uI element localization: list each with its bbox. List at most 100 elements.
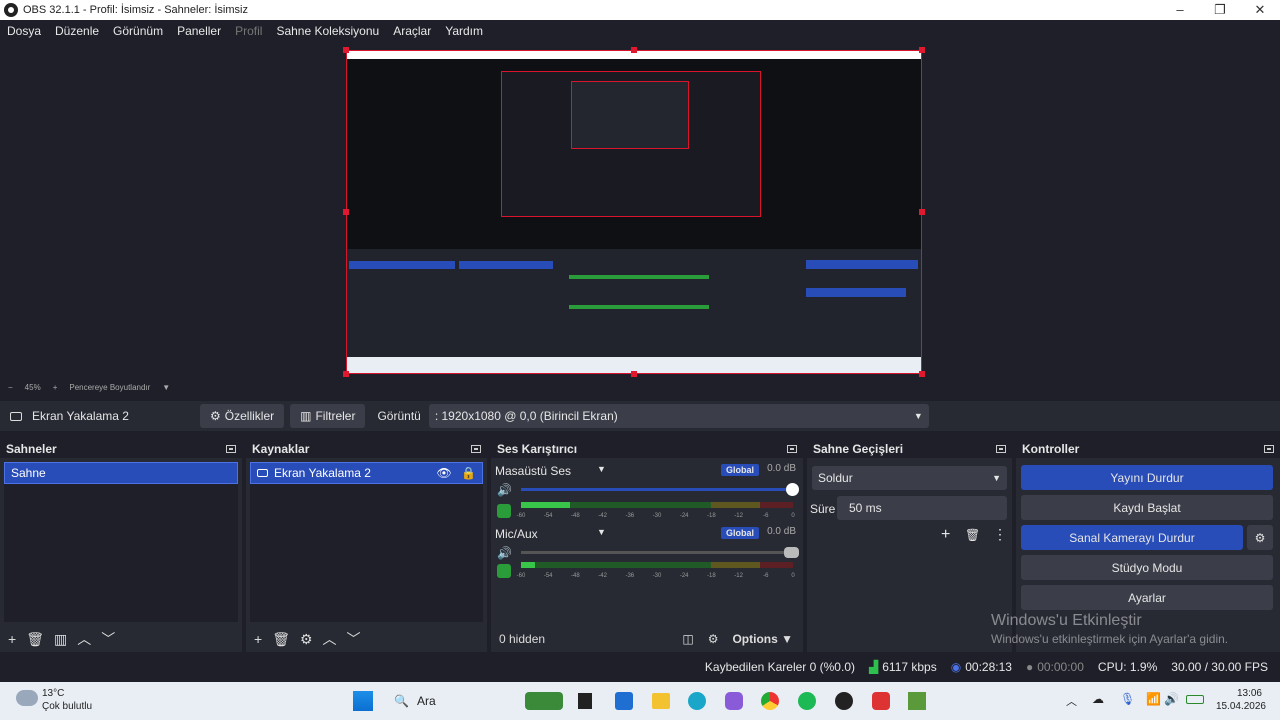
- add-icon[interactable]: +: [941, 526, 950, 544]
- sources-list: Ekran Yakalama 2 👁 🔒: [250, 462, 483, 622]
- resize-handle[interactable]: [631, 371, 637, 377]
- menu-file[interactable]: Dosya: [0, 24, 48, 38]
- transition-select[interactable]: Soldur ▼: [812, 466, 1007, 490]
- add-icon[interactable]: +: [254, 631, 262, 647]
- speaker-icon[interactable]: 🔊: [497, 546, 512, 560]
- slider-handle[interactable]: [786, 483, 799, 496]
- trash-icon[interactable]: 🗑: [965, 528, 980, 542]
- transitions-title: Sahne Geçişleri: [813, 442, 904, 456]
- hidden-count[interactable]: 0 hidden: [499, 632, 545, 646]
- volume-slider[interactable]: [521, 547, 799, 558]
- taskbar-app-minecraft[interactable]: [908, 692, 926, 710]
- menu-view[interactable]: Görünüm: [106, 24, 170, 38]
- more-icon[interactable]: ⋮: [993, 526, 1007, 543]
- menu-profile[interactable]: Profil: [228, 24, 269, 38]
- microphone-icon[interactable]: 🎙: [1120, 692, 1135, 706]
- resize-handle[interactable]: [343, 47, 349, 53]
- volume-slider[interactable]: [521, 483, 799, 496]
- battery-icon[interactable]: [1186, 695, 1204, 704]
- speaker-icon[interactable]: 🔊: [497, 483, 512, 497]
- scenes-list: Sahne: [4, 462, 238, 622]
- zoom-out-button[interactable]: −: [8, 383, 13, 392]
- taskbar-app-obs[interactable]: [835, 692, 853, 710]
- taskbar-app-chrome[interactable]: [761, 692, 779, 710]
- headphone-icon[interactable]: [497, 504, 511, 518]
- virtual-camera-settings-button[interactable]: ⚙: [1247, 525, 1273, 550]
- chevron-down-icon[interactable]: ﹀: [347, 629, 361, 649]
- headphone-icon[interactable]: [497, 564, 511, 578]
- resize-handle[interactable]: [631, 47, 637, 53]
- taskbar-app-terminal[interactable]: [578, 693, 592, 709]
- channel-menu-icon[interactable]: ▼: [597, 527, 606, 537]
- transition-value: Soldur: [818, 471, 853, 485]
- channel-menu-icon[interactable]: ▼: [597, 464, 606, 474]
- slider-handle[interactable]: [784, 547, 799, 558]
- resize-handle[interactable]: [919, 209, 925, 215]
- mixer-options-button[interactable]: Options ▼: [732, 632, 793, 646]
- menu-edit[interactable]: Düzenle: [48, 24, 106, 38]
- stop-streaming-button[interactable]: Yayını Durdur: [1021, 465, 1273, 490]
- resize-handle[interactable]: [919, 47, 925, 53]
- chevron-up-icon[interactable]: ︿: [77, 629, 91, 649]
- chevron-up-icon[interactable]: ︿: [323, 629, 337, 649]
- resize-handle[interactable]: [343, 209, 349, 215]
- taskbar-app-copilot[interactable]: [725, 692, 743, 710]
- taskbar-app-edge[interactable]: [688, 692, 706, 710]
- chevron-down-icon[interactable]: ▼: [162, 383, 170, 392]
- eye-icon[interactable]: 👁: [436, 466, 451, 480]
- preview-screen-capture[interactable]: [346, 50, 922, 374]
- taskbar-app-spotify[interactable]: [798, 692, 816, 710]
- clock-date[interactable]: 15.04.2026: [1216, 701, 1266, 712]
- source-item[interactable]: Ekran Yakalama 2 👁 🔒: [250, 462, 483, 484]
- trash-icon[interactable]: 🗑: [272, 631, 290, 648]
- filters-button[interactable]: ▥ Filtreler: [290, 404, 366, 428]
- wifi-icon[interactable]: 📶: [1146, 692, 1161, 706]
- taskbar-app-recorder[interactable]: [872, 692, 890, 710]
- undock-icon[interactable]: [471, 445, 481, 453]
- zoom-in-button[interactable]: +: [53, 383, 58, 392]
- mixer-channel-mic: Mic/Aux ▼ Global 0.0 dB 🔊 -60 -54 -48 -42 -3…: [495, 525, 800, 585]
- taskbar-app-store[interactable]: [615, 692, 633, 710]
- close-icon[interactable]: ✕: [1240, 0, 1280, 20]
- gear-icon[interactable]: ⚙: [300, 631, 313, 648]
- monitor-icon: [10, 411, 22, 421]
- layout-icon[interactable]: ◫: [682, 632, 693, 646]
- advanced-audio-icon[interactable]: ⚙: [708, 632, 719, 646]
- undock-icon[interactable]: [226, 445, 236, 453]
- settings-button[interactable]: Ayarlar: [1021, 585, 1273, 610]
- minimize-icon[interactable]: –: [1160, 0, 1200, 20]
- stop-virtual-camera-button[interactable]: Sanal Kamerayı Durdur: [1021, 525, 1243, 550]
- display-select[interactable]: : 1920x1080 @ 0,0 (Birincil Ekran) ▼: [428, 404, 929, 428]
- menu-docks[interactable]: Paneller: [170, 24, 228, 38]
- resize-handle[interactable]: [919, 371, 925, 377]
- menu-tools[interactable]: Araçlar: [386, 24, 438, 38]
- weather-icon[interactable]: [16, 690, 38, 706]
- properties-button[interactable]: ⚙ Özellikler: [200, 404, 285, 428]
- menu-scene-collection[interactable]: Sahne Koleksiyonu: [269, 24, 386, 38]
- taskbar-app-explorer[interactable]: [652, 693, 670, 709]
- chevron-down-icon[interactable]: ﹀: [101, 629, 115, 649]
- filter-icon[interactable]: ▥: [54, 631, 67, 648]
- start-recording-button[interactable]: Kaydı Başlat: [1021, 495, 1273, 520]
- studio-mode-button[interactable]: Stüdyo Modu: [1021, 555, 1273, 580]
- scene-item[interactable]: Sahne: [4, 462, 238, 484]
- taskbar-search[interactable]: 🔍 Ara: [386, 687, 514, 715]
- resize-handle[interactable]: [343, 371, 349, 377]
- taskbar-app-forest[interactable]: [525, 692, 563, 710]
- start-icon[interactable]: [353, 691, 373, 711]
- duration-spinbox[interactable]: 50 ms: [837, 496, 1007, 520]
- trash-icon[interactable]: 🗑: [26, 631, 44, 648]
- cloud-icon[interactable]: ☁: [1092, 692, 1104, 706]
- clock-time[interactable]: 13:06: [1237, 688, 1262, 699]
- undock-icon[interactable]: [996, 445, 1006, 453]
- restore-icon[interactable]: ❐: [1200, 0, 1240, 20]
- undock-icon[interactable]: [787, 445, 797, 453]
- add-icon[interactable]: +: [8, 631, 16, 647]
- lock-icon[interactable]: 🔒: [461, 466, 476, 480]
- volume-icon[interactable]: 🔊: [1164, 692, 1179, 706]
- chevron-up-icon[interactable]: ︿: [1066, 693, 1077, 709]
- fit-to-window[interactable]: Pencereye Boyutlandır: [69, 383, 150, 392]
- search-icon: 🔍: [394, 694, 409, 708]
- menu-help[interactable]: Yardım: [438, 24, 490, 38]
- undock-icon[interactable]: [1264, 445, 1274, 453]
